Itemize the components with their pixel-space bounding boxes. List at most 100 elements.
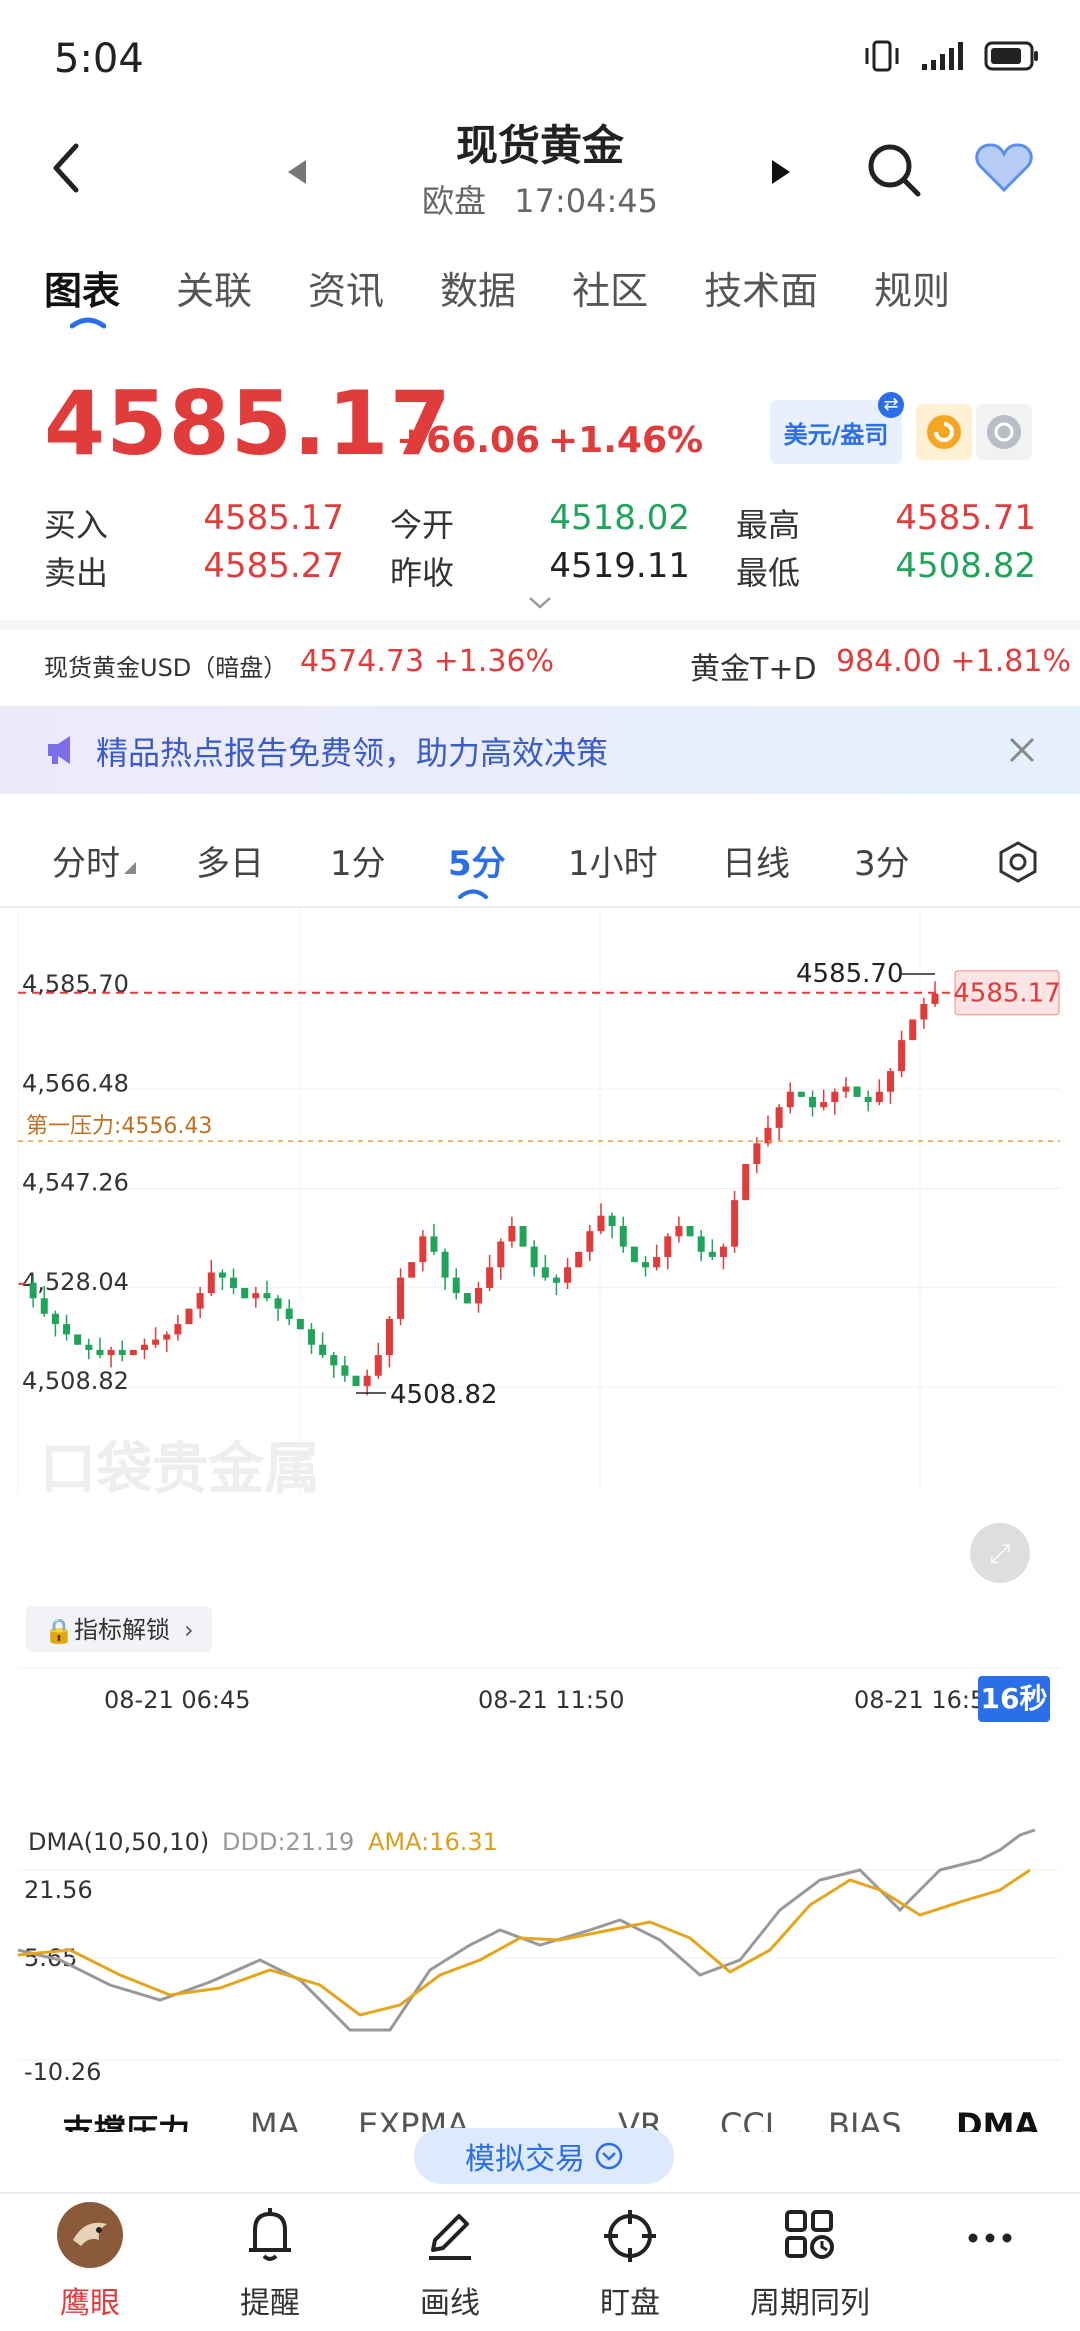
theme-toggle-button[interactable] [976, 404, 1032, 460]
pencil-icon [429, 2214, 471, 2260]
session-clock: 17:04:45 [514, 182, 658, 220]
tab-news[interactable]: 资讯 [308, 260, 384, 315]
chart-period-tabs: 分时 多日 1分 5分 1小时 日线 3分 [0, 816, 1080, 906]
countdown-label: 16秒 [981, 1682, 1048, 1715]
session-label: 欧盘 [422, 182, 487, 220]
search-button[interactable] [866, 142, 922, 202]
price-change: +66.06 [396, 420, 541, 461]
refresh-icon [927, 415, 961, 449]
indicator-tab-cci[interactable]: CCI [720, 2106, 774, 2132]
tab-rules[interactable]: 规则 [874, 260, 950, 315]
indicator-ddd: DDD:21.19 [222, 1828, 354, 1856]
watermark: 口袋贵金属 [40, 1437, 320, 1502]
vibrate-icon [865, 40, 899, 72]
period-tab-1min[interactable]: 1分 [330, 836, 386, 885]
favorite-button[interactable] [974, 142, 1034, 198]
candle-body [820, 1102, 828, 1108]
candle-body [530, 1246, 538, 1268]
candle-body [864, 1096, 872, 1103]
candle-body [352, 1375, 360, 1387]
search-icon [868, 144, 921, 197]
candle-body [575, 1251, 583, 1268]
x-tick-label: 08-21 06:45 [104, 1686, 251, 1714]
period-tab-daily[interactable]: 日线 [722, 836, 790, 885]
refresh-button[interactable] [916, 404, 972, 460]
nav-period-compare-label: 周期同列 [750, 2286, 870, 2321]
candle-body [441, 1251, 449, 1278]
tab-community[interactable]: 社区 [572, 260, 648, 315]
nav-eagle-eye[interactable]: 鹰眼 [0, 2200, 180, 2322]
main-tabs: 图表 关联 资讯 数据 社区 技术面 规则 [44, 260, 1006, 315]
next-symbol-button[interactable] [770, 158, 792, 190]
eagle-logo-icon [57, 2202, 123, 2268]
indicator-unlock-label: 指标解锁 [74, 1616, 170, 1644]
expand-quote-icon[interactable] [528, 596, 552, 610]
candle-body [419, 1236, 427, 1263]
x-tick-label: 08-21 16:5 [854, 1686, 985, 1714]
high-marker-label: 4585.70 [796, 959, 904, 989]
tab-chart[interactable]: 图表 [44, 260, 120, 315]
candle-body [163, 1334, 171, 1340]
chevron-down-circle-icon [595, 2142, 623, 2170]
candle-body [452, 1277, 460, 1294]
nav-alert[interactable]: 提醒 [180, 2200, 360, 2322]
period-tab-3min[interactable]: 3分 [854, 836, 910, 885]
dma-indicator-chart[interactable]: DMA(10,50,10) DDD:21.19 AMA:16.3121.565.65… [0, 1810, 1080, 2100]
candle-body [408, 1262, 416, 1278]
tab-data[interactable]: 数据 [440, 260, 516, 315]
swap-badge: ⇄ [878, 392, 904, 418]
promo-text: 精品热点报告免费领，助力高效决策 [96, 734, 609, 772]
candle-body [708, 1251, 716, 1257]
megaphone-icon [48, 736, 70, 764]
indicator-tab-ma[interactable]: MA [250, 2106, 300, 2132]
indicator-tab-support[interactable]: 支撑压力 [62, 2106, 190, 2132]
candle-body [463, 1293, 471, 1304]
candlestick-chart[interactable]: 4,585.70 4,566.48 4,547.26 4,528.04 4,508.82… [0, 908, 1080, 1768]
nav-watch-label: 盯盘 [600, 2286, 660, 2321]
tab-related[interactable]: 关联 [176, 260, 252, 315]
ddd-line [17, 1828, 1036, 2032]
period-tab-1hour[interactable]: 1小时 [568, 836, 658, 885]
buy-label: 买入 [44, 506, 109, 544]
chart-settings-icon[interactable] [996, 840, 1040, 884]
candle-body [519, 1225, 527, 1247]
candle-body [185, 1308, 193, 1325]
nav-period-compare[interactable]: 周期同列 [720, 2200, 900, 2322]
candle-body [742, 1164, 750, 1201]
candle-body [619, 1225, 627, 1247]
candle-body [719, 1246, 727, 1257]
period-tab-intraday[interactable]: 分时 [52, 836, 120, 885]
close-icon[interactable] [1008, 736, 1036, 764]
tab-technical[interactable]: 技术面 [704, 260, 818, 315]
indicator-tab-bias[interactable]: BIAS [828, 2106, 902, 2132]
related-right-name[interactable]: 黄金T+D [690, 644, 817, 688]
price-change-percent: +1.46% [548, 420, 704, 461]
period-tab-multiday[interactable]: 多日 [196, 836, 264, 885]
period-tab-5min[interactable]: 5分 [448, 836, 506, 885]
sim-trade-button[interactable]: 模拟交易 [414, 2128, 674, 2184]
candle-body [886, 1071, 894, 1092]
candle-body [252, 1293, 260, 1299]
candle-body [731, 1200, 739, 1247]
nav-watch[interactable]: 盯盘 [540, 2200, 720, 2322]
candle-body [397, 1277, 405, 1319]
candle-body [230, 1277, 238, 1288]
candle-body [608, 1215, 616, 1226]
candle-body [374, 1355, 382, 1376]
nav-draw-line[interactable]: 画线 [360, 2200, 540, 2322]
candle-body [29, 1282, 37, 1299]
promo-banner[interactable]: 精品热点报告免费领，助力高效决策 [0, 706, 1080, 794]
candle-body [85, 1344, 93, 1350]
candle-body [330, 1355, 338, 1366]
battery-icon [984, 41, 1038, 71]
indicator-tab-dma[interactable]: DMA [956, 2106, 1039, 2132]
currency-unit-label: 美元/盎司 [783, 420, 889, 449]
candle-body [63, 1324, 71, 1335]
related-left-name[interactable]: 现货黄金USD（暗盘） [44, 648, 287, 683]
candle-body [853, 1086, 861, 1097]
buy-value: 4585.17 [203, 498, 344, 538]
candle-body [207, 1272, 215, 1294]
nav-draw-line-label: 画线 [420, 2286, 480, 2321]
candle-body [218, 1272, 226, 1278]
nav-more[interactable] [900, 2200, 1080, 2270]
